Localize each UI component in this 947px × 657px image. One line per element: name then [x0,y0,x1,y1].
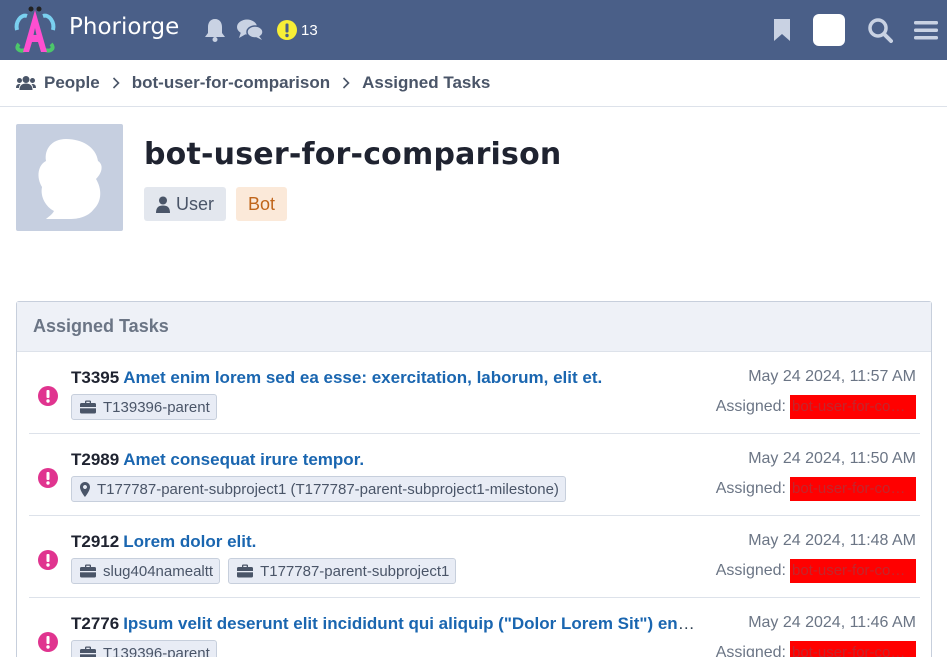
user-avatar-button[interactable] [813,14,845,46]
task-tags: T139396-parent [71,394,217,420]
briefcase-icon [80,400,96,414]
project-tag[interactable]: T177787-parent-subproject1 [228,558,457,584]
task-title-link[interactable]: Amet consequat irure tempor. [123,450,364,469]
task-date: May 24 2024, 11:50 AM [748,450,916,467]
briefcase-icon [237,564,254,578]
task-id[interactable]: T2776 [71,614,119,633]
priority-exclamation-icon [38,386,58,406]
breadcrumb-user[interactable]: bot-user-for-comparison [132,73,330,93]
app-logo[interactable] [13,4,57,56]
task-heading: T2989 Amet consequat irure tempor. [71,450,695,470]
task-tags: T177787-parent-subproject1 (T177787-pare… [71,476,566,502]
task-title-link[interactable]: Lorem dolor elit. [123,532,256,551]
project-tag[interactable]: T139396-parent [71,394,217,420]
priority-exclamation-icon [38,550,58,570]
task-heading: T2912 Lorem dolor elit. [71,532,695,552]
task-row[interactable]: T3395 Amet enim lorem sed ea esse: exerci… [29,352,920,434]
map-marker-icon [80,481,90,497]
project-tag-label: T139396-parent [103,644,210,657]
assignee-link[interactable]: bot-user-for-comparison [790,559,916,583]
milestone-tag-label: T177787-parent-subproject1 (T177787-pare… [97,480,559,498]
bookmark-icon[interactable] [768,16,796,44]
task-tags: slug404namealtt T177787-parent-subprojec… [71,558,457,584]
task-id[interactable]: T2912 [71,532,119,551]
chevron-right-icon [342,77,350,89]
breadcrumb-assigned-tasks[interactable]: Assigned Tasks [362,73,490,93]
bot-tag: Bot [236,187,288,221]
exclamation-circle-icon[interactable] [273,16,301,44]
hamburger-menu-icon[interactable] [912,16,940,44]
breadcrumb-label[interactable]: People [44,73,100,93]
briefcase-icon [80,564,96,578]
task-row[interactable]: T2776 Ipsum velit deserunt elit incididun… [29,598,920,657]
chevron-right-icon [112,77,120,89]
task-id[interactable]: T3395 [71,368,119,387]
chat-bubbles-icon[interactable] [236,16,264,44]
task-id[interactable]: T2989 [71,450,119,469]
task-heading: T3395 Amet enim lorem sed ea esse: exerci… [71,368,695,388]
assigned-tasks-panel: Assigned Tasks T3395 Amet enim lorem sed … [16,301,932,657]
top-navigation-bar: Phoriorge 13 [0,0,947,60]
users-icon [16,75,36,91]
assignee-link[interactable]: bot-user-for-comparison [790,477,916,501]
task-assigned: Assigned: bot-user-for-comparison [716,477,916,501]
bird-silhouette-icon [38,138,102,219]
user-role-tag: User [144,187,227,221]
user-role-label: User [176,193,215,214]
panel-title: Assigned Tasks [17,302,931,352]
breadcrumb: People bot-user-for-comparison Assigned … [0,60,947,107]
task-assigned: Assigned: bot-user-for-comparison [716,395,916,419]
assigned-label: Assigned: [715,644,786,657]
project-tag[interactable]: T139396-parent [71,640,217,657]
assigned-label: Assigned: [715,562,786,579]
task-assigned: Assigned: bot-user-for-comparison [716,641,916,657]
project-tag[interactable]: slug404namealtt [71,558,221,584]
assigned-label: Assigned: [715,480,786,497]
assignee-link[interactable]: bot-user-for-comparison [790,641,916,657]
assigned-label: Assigned: [715,398,786,415]
priority-exclamation-icon [38,632,58,652]
priority-exclamation-icon [38,468,58,488]
task-date: May 24 2024, 11:46 AM [748,614,916,631]
breadcrumb-people[interactable]: People [16,73,100,93]
notification-count[interactable]: 13 [301,22,318,39]
task-heading: T2776 Ipsum velit deserunt elit incididun… [71,614,695,634]
assignee-link[interactable]: bot-user-for-comparison [790,395,916,419]
search-icon[interactable] [866,16,894,44]
project-tag-label: slug404namealtt [103,562,214,580]
task-date: May 24 2024, 11:48 AM [748,532,916,549]
project-tag-label: T139396-parent [103,398,210,416]
profile-avatar [16,124,123,231]
briefcase-icon [80,646,96,657]
bell-icon[interactable] [201,16,229,44]
task-tags: T139396-parent [71,640,217,657]
app-title[interactable]: Phoriorge [69,14,179,40]
task-date: May 24 2024, 11:57 AM [748,368,916,385]
task-row[interactable]: T2912 Lorem dolor elit. slug404namealtt T… [29,516,920,598]
breadcrumb-label[interactable]: Assigned Tasks [362,73,490,93]
task-row[interactable]: T2989 Amet consequat irure tempor. T17778… [29,434,920,516]
task-title-link[interactable]: Ipsum velit deserunt elit incididunt qui… [123,614,695,633]
project-tag-label: T177787-parent-subproject1 [260,562,450,580]
milestone-tag[interactable]: T177787-parent-subproject1 (T177787-pare… [71,476,566,502]
task-title-link[interactable]: Amet enim lorem sed ea esse: exercitatio… [123,368,602,387]
breadcrumb-label[interactable]: bot-user-for-comparison [132,73,330,93]
user-icon [156,196,170,213]
profile-name: bot-user-for-comparison [144,137,562,172]
task-assigned: Assigned: bot-user-for-comparison [716,559,916,583]
